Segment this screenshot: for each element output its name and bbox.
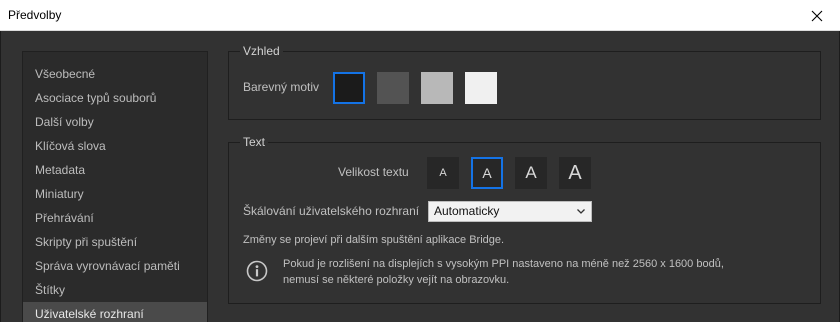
info-icon — [246, 260, 268, 282]
title-bar: Předvolby — [0, 0, 840, 31]
ui-scaling-dropdown[interactable]: Automaticky — [428, 201, 592, 222]
hidpi-warning-line2: nemusí se některé položky vejít na obraz… — [283, 274, 510, 286]
chevron-down-icon — [577, 209, 585, 214]
text-size-xlarge-button[interactable]: A — [559, 157, 591, 189]
sidebar-item-playback[interactable]: Přehrávání — [23, 206, 207, 230]
preferences-category-list: Všeobecné Asociace typů souborů Další vo… — [22, 51, 208, 322]
sidebar-item-keywords[interactable]: Klíčová slova — [23, 134, 207, 158]
preferences-dialog: Všeobecné Asociace typů souborů Další vo… — [0, 31, 840, 322]
text-size-xlarge-glyph: A — [568, 161, 582, 184]
text-size-large-button[interactable]: A — [515, 157, 547, 189]
sidebar-item-startup-scripts[interactable]: Skripty při spuštění — [23, 230, 207, 254]
text-size-small-button[interactable]: A — [427, 157, 459, 189]
sidebar-item-general[interactable]: Všeobecné — [23, 62, 207, 86]
color-theme-label: Barevný motiv — [243, 80, 320, 94]
sidebar-item-thumbnails[interactable]: Miniatury — [23, 182, 207, 206]
text-size-medium-glyph: A — [482, 165, 492, 181]
text-size-small-glyph: A — [439, 167, 447, 179]
sidebar-item-advanced[interactable]: Další volby — [23, 110, 207, 134]
sidebar-item-interface[interactable]: Uživatelské rozhraní — [23, 302, 207, 322]
text-group-title: Text — [240, 135, 269, 149]
sidebar-item-labels[interactable]: Štítky — [23, 278, 207, 302]
appearance-group-title: Vzhled — [240, 44, 283, 58]
hidpi-warning-line1: Pokud je rozlišení na displejích s vysok… — [283, 258, 724, 270]
text-size-large-glyph: A — [525, 163, 537, 182]
text-size-label: Velikost textu — [338, 165, 409, 179]
sidebar-item-cache-management[interactable]: Správa vyrovnávací paměti — [23, 254, 207, 278]
close-icon — [811, 10, 823, 21]
ui-scaling-value: Automaticky — [434, 204, 500, 218]
window-title: Předvolby — [8, 8, 62, 22]
close-button[interactable] — [794, 0, 840, 31]
restart-note: Změny se projeví při dalším spuštění apl… — [243, 234, 505, 246]
text-size-medium-button[interactable]: A — [471, 157, 503, 189]
sidebar-item-file-type-associations[interactable]: Asociace typů souborů — [23, 86, 207, 110]
ui-scaling-label: Škálování uživatelského rozhraní — [243, 204, 420, 218]
theme-swatch-darkest[interactable] — [333, 72, 365, 104]
theme-swatch-light[interactable] — [421, 72, 453, 104]
theme-swatch-lightest[interactable] — [465, 72, 497, 104]
sidebar-item-metadata[interactable]: Metadata — [23, 158, 207, 182]
theme-swatch-dark[interactable] — [377, 72, 409, 104]
